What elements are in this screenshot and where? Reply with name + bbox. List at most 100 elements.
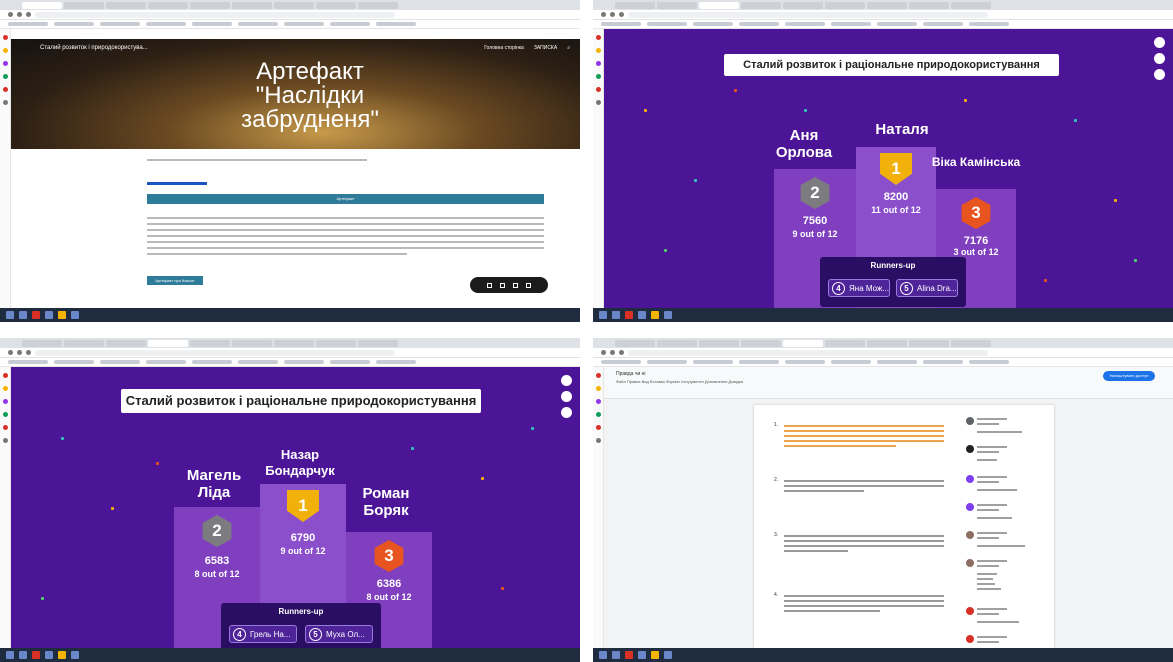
browser-address-bar[interactable] <box>0 10 580 20</box>
gold-badge-icon: 1 <box>880 153 912 185</box>
runner-up-4-name: Яна Мож... <box>849 283 889 293</box>
confetti <box>964 99 967 102</box>
second-place-name: Магель Ліда <box>186 467 242 501</box>
comment-thread[interactable] <box>966 559 1040 599</box>
text-line <box>147 241 544 243</box>
comment-thread[interactable] <box>966 475 1040 497</box>
third-place-correct: 3 out of 12 <box>953 247 999 257</box>
document-page: 1. 2. 3. 4. 5. <box>754 405 1054 658</box>
comment-thread[interactable] <box>966 503 1040 525</box>
site-screenshot: Сталий розвиток і природокористува... Го… <box>0 0 580 322</box>
paragraph-3: 3. <box>774 532 944 555</box>
docs-screenshot: Правда чи ні Файл Правка Вид Вставка Фор… <box>593 338 1173 662</box>
kahoot-podium-2: Сталий розвиток і раціональне природокор… <box>0 338 580 662</box>
browser-sidebar[interactable] <box>593 29 604 308</box>
page-title: Артефакт "Наслідки забрудненя" <box>200 60 420 132</box>
text-line <box>147 253 407 255</box>
browser-tab-bar[interactable] <box>593 0 1173 10</box>
comment-thread[interactable] <box>966 417 1040 439</box>
stage-controls <box>561 375 572 418</box>
second-place-score: 6583 <box>204 555 230 567</box>
docs-canvas: 1. 2. 3. 4. 5. <box>604 399 1173 658</box>
confetti <box>411 447 414 450</box>
comment-thread[interactable] <box>966 607 1040 629</box>
sound-icon[interactable] <box>1154 53 1165 64</box>
runners-up-panel: Runners-up 4 Грель На... 5 Муха Ол... <box>221 603 381 648</box>
text-line <box>147 235 544 237</box>
runner-up-4-name: Грель На... <box>250 629 291 639</box>
confetti <box>1074 119 1077 122</box>
comment-thread[interactable] <box>966 531 1040 553</box>
nav-home-link[interactable]: Головна сторінка <box>484 45 524 51</box>
bookmarks-bar[interactable] <box>0 20 580 29</box>
kahoot-title-banner: Сталий розвиток і раціональне природокор… <box>121 389 481 413</box>
share-button[interactable]: Налаштувати доступ <box>1103 371 1155 381</box>
browser-tab-bar[interactable] <box>0 338 580 348</box>
browser-address-bar[interactable] <box>593 10 1173 20</box>
runner-up-4: 4 Яна Мож... <box>828 279 890 297</box>
text-line <box>147 159 367 161</box>
confetti <box>1044 279 1047 282</box>
settings-icon[interactable] <box>1154 69 1165 80</box>
browser-sidebar[interactable] <box>593 367 604 648</box>
settings-icon[interactable] <box>561 407 572 418</box>
windows-taskbar[interactable] <box>593 648 1173 662</box>
first-place-name: Наталя <box>875 121 929 138</box>
runner-up-5-name: Alina Dra... <box>917 283 957 293</box>
browser-address-bar[interactable] <box>593 348 1173 358</box>
confetti <box>61 437 64 440</box>
confetti <box>664 249 667 252</box>
search-icon[interactable]: ⌕ <box>567 45 570 51</box>
gold-badge-icon: 1 <box>287 490 319 522</box>
browser-address-bar[interactable] <box>0 348 580 358</box>
title-line-3: забрудненя" <box>241 106 379 133</box>
browser-tab-bar[interactable] <box>593 338 1173 348</box>
item-number: 4. <box>774 592 779 598</box>
windows-taskbar[interactable] <box>593 308 1173 322</box>
artefact-kahoot-button[interactable]: Артефакт про Кахоот <box>147 276 203 285</box>
docs-menu-bar[interactable]: Файл Правка Вид Вставка Формат Інструмен… <box>616 379 743 384</box>
kahoot-podium-1: Сталий розвиток і раціональне природокор… <box>593 0 1173 322</box>
bookmarks-bar[interactable] <box>593 20 1173 29</box>
bookmarks-bar[interactable] <box>593 358 1173 367</box>
third-place-score: 7176 <box>963 235 989 247</box>
windows-taskbar[interactable] <box>0 648 580 662</box>
bronze-badge-icon: 3 <box>961 197 991 229</box>
nav-note-link[interactable]: ЗАПИСКА <box>534 45 557 51</box>
stage-controls <box>1154 37 1165 80</box>
document-title[interactable]: Правда чи ні <box>616 371 646 377</box>
bookmarks-bar[interactable] <box>0 358 580 367</box>
site-title[interactable]: Сталий розвиток і природокористува... <box>40 45 148 51</box>
fullscreen-icon[interactable] <box>1154 37 1165 48</box>
kahoot-title-banner: Сталий розвиток і раціональне природокор… <box>724 54 1059 76</box>
silver-badge-icon: 2 <box>202 515 232 547</box>
confetti <box>156 462 159 465</box>
media-controls[interactable] <box>470 277 548 293</box>
paragraph-2: 2. <box>774 477 944 495</box>
windows-taskbar[interactable] <box>0 308 580 322</box>
sound-icon[interactable] <box>561 391 572 402</box>
runner-up-5: 5 Муха Ол... <box>305 625 373 643</box>
rank-4-badge: 4 <box>233 627 246 641</box>
podium-stage: Сталий розвиток і раціональне природокор… <box>604 29 1173 308</box>
first-place-correct: 11 out of 12 <box>871 205 921 215</box>
artefact-link[interactable] <box>147 182 207 185</box>
browser-sidebar[interactable] <box>0 367 11 648</box>
paragraph-4: 4. <box>774 592 944 615</box>
runner-up-5: 5 Alina Dra... <box>896 279 958 297</box>
browser-sidebar[interactable] <box>0 29 11 308</box>
text-line <box>147 223 544 225</box>
title-line-1: Артефакт <box>256 58 364 85</box>
screenshot-collage: Сталий розвиток і природокористува... Го… <box>0 0 1173 662</box>
item-number: 3. <box>774 532 779 538</box>
confetti <box>531 427 534 430</box>
runners-up-title: Runners-up <box>870 261 916 270</box>
browser-tab-bar[interactable] <box>0 0 580 10</box>
docs-toolbar: Правда чи ні Файл Правка Вид Вставка Фор… <box>604 367 1173 399</box>
text-line <box>147 247 544 249</box>
fullscreen-icon[interactable] <box>561 375 572 386</box>
first-place-correct: 9 out of 12 <box>280 546 326 556</box>
artefact-section-bar[interactable]: Артефакт <box>147 194 544 204</box>
second-place-correct: 9 out of 12 <box>792 229 838 239</box>
comment-thread[interactable] <box>966 445 1040 467</box>
